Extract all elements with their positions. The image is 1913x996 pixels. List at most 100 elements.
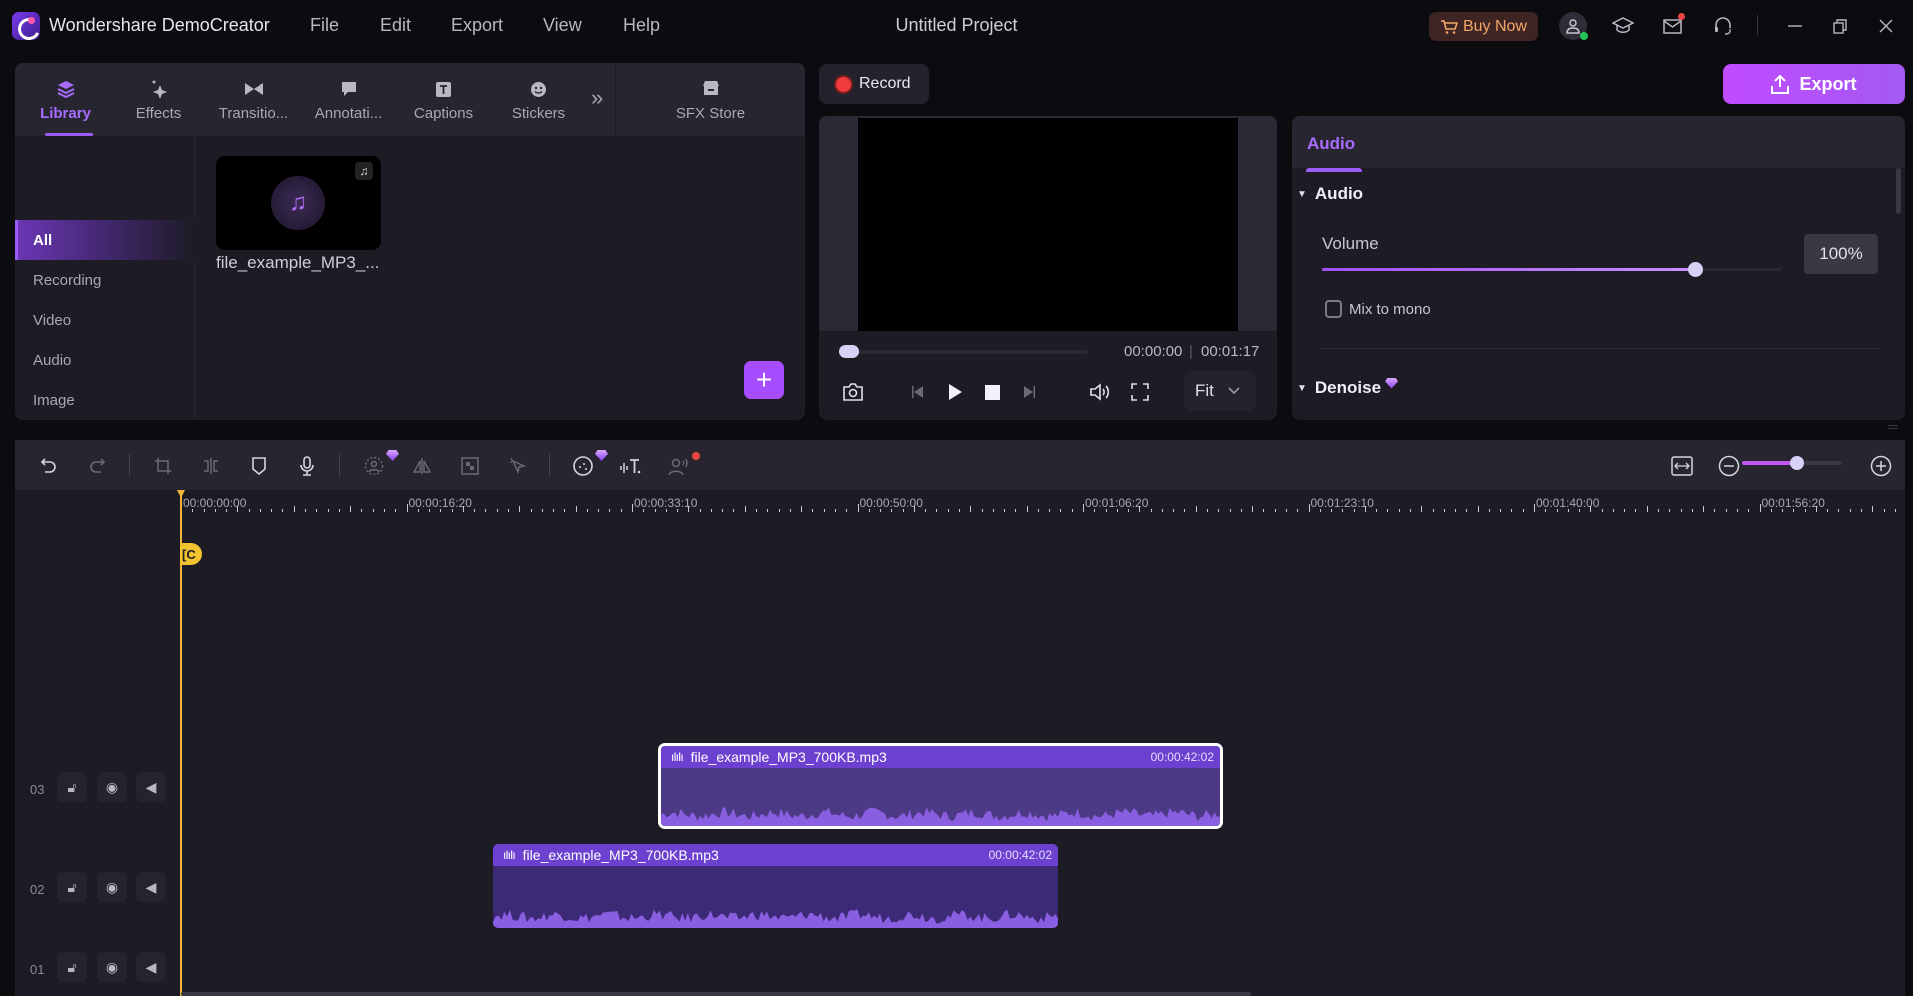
- timeline-ruler[interactable]: 00:00:00:00 00:00:16:20 00:00:33:10 00:00:5…: [181, 490, 1905, 520]
- audio-clip-selected[interactable]: ıIıIı file_example_MP3_700KB.mp3 00:00:4…: [658, 743, 1223, 829]
- preview-scrubber-track[interactable]: [839, 350, 1089, 354]
- timeline-horizontal-scrollbar[interactable]: [181, 992, 1251, 996]
- undo-button[interactable]: [36, 453, 62, 479]
- ruler-tick: [1207, 509, 1209, 512]
- tab-stickers[interactable]: Stickers: [496, 63, 581, 136]
- track-visibility-button[interactable]: ◉: [97, 772, 127, 802]
- messages-button[interactable]: [1659, 12, 1687, 40]
- ai-portrait-icon: [364, 456, 384, 476]
- preview-scrubber-handle[interactable]: [839, 345, 859, 358]
- menu-file[interactable]: File: [310, 15, 339, 36]
- audio-section-header[interactable]: ▼ Audio: [1297, 184, 1363, 204]
- ai-voice-changer-button[interactable]: [570, 453, 596, 479]
- export-button[interactable]: Export: [1723, 64, 1905, 104]
- caret-down-icon: ▼: [1297, 188, 1307, 200]
- buy-now-button[interactable]: Buy Now: [1429, 12, 1538, 41]
- tab-captions[interactable]: Captions: [401, 63, 486, 136]
- tab-sfx-store[interactable]: SFX Store: [615, 63, 805, 136]
- track-mute-button[interactable]: ◀: [136, 772, 166, 802]
- volume-slider-track[interactable]: [1322, 268, 1782, 271]
- zoom-out-button[interactable]: [1716, 453, 1742, 479]
- track-lock-button[interactable]: 🔓︎: [57, 772, 87, 802]
- timeline-area: 00:00:00:00 00:00:16:20 00:00:33:10 00:00:5…: [15, 490, 1905, 996]
- voiceover-button[interactable]: [294, 453, 320, 479]
- ruler-tick: [1004, 509, 1006, 512]
- stop-icon: [984, 384, 1000, 400]
- snapshot-button[interactable]: [839, 378, 867, 406]
- category-recording[interactable]: Recording: [15, 260, 195, 300]
- close-button[interactable]: [1872, 12, 1900, 40]
- marker-button[interactable]: [246, 453, 272, 479]
- ai-voice-icon: [573, 456, 593, 476]
- menu-view[interactable]: View: [543, 15, 582, 36]
- ruler-tick: [1635, 509, 1637, 512]
- playhead-handle[interactable]: [C: [180, 543, 202, 565]
- mosaic-button[interactable]: [457, 453, 483, 479]
- tab-annotations[interactable]: Annotati...: [306, 63, 391, 136]
- redo-icon: [90, 458, 106, 473]
- fit-dropdown[interactable]: Fit: [1184, 371, 1256, 411]
- volume-value-input[interactable]: 100%: [1804, 234, 1878, 274]
- record-button[interactable]: Record: [819, 64, 929, 104]
- tab-effects[interactable]: Effects: [116, 63, 201, 136]
- mirror-button[interactable]: [409, 453, 435, 479]
- sticker-icon: [529, 79, 549, 99]
- restore-button[interactable]: [1826, 12, 1854, 40]
- sfx-store-label: SFX Store: [675, 105, 746, 122]
- tab-transitions[interactable]: Transitio...: [211, 63, 296, 136]
- previous-frame-button[interactable]: [904, 378, 932, 406]
- ruler-tick: [1071, 509, 1073, 512]
- category-image[interactable]: Image: [15, 380, 195, 420]
- denoise-section-header[interactable]: ▼ Denoise: [1297, 377, 1399, 398]
- account-button[interactable]: [1559, 12, 1588, 40]
- next-frame-button[interactable]: [1015, 378, 1043, 406]
- cursor-effect-button[interactable]: [505, 453, 531, 479]
- waveform-path: [661, 807, 1220, 826]
- playhead-line[interactable]: [180, 490, 182, 996]
- track-mute-button[interactable]: ◀: [136, 872, 166, 902]
- speech-to-text-button[interactable]: [666, 453, 692, 479]
- fit-timeline-button[interactable]: [1669, 453, 1695, 479]
- audio-clip[interactable]: ıIıIı file_example_MP3_700KB.mp3 00:00:4…: [493, 844, 1058, 928]
- ruler-tick: [722, 509, 724, 512]
- timeline-zoom-slider-handle[interactable]: [1790, 456, 1804, 470]
- crop-button[interactable]: [150, 453, 176, 479]
- add-media-button[interactable]: +: [744, 361, 784, 399]
- panel-resize-handle[interactable]: [1888, 425, 1898, 429]
- split-button[interactable]: [198, 453, 224, 479]
- volume-button[interactable]: [1086, 378, 1114, 406]
- category-all[interactable]: All: [15, 220, 195, 260]
- redo-button[interactable]: [84, 453, 110, 479]
- ruler-tick: [1409, 509, 1411, 512]
- track-visibility-button[interactable]: ◉: [97, 952, 127, 982]
- more-tabs-button[interactable]: »: [591, 85, 603, 111]
- category-video[interactable]: Video: [15, 300, 195, 340]
- ruler-tick: [519, 506, 521, 512]
- mix-to-mono-checkbox[interactable]: [1325, 300, 1342, 318]
- ruler-tick: [834, 509, 836, 512]
- stop-button[interactable]: [978, 378, 1006, 406]
- menu-export[interactable]: Export: [451, 15, 503, 36]
- properties-scrollbar[interactable]: [1896, 168, 1901, 214]
- tab-library[interactable]: Library: [23, 63, 108, 136]
- track-lock-button[interactable]: 🔓︎: [57, 872, 87, 902]
- support-button[interactable]: [1709, 12, 1737, 40]
- zoom-in-button[interactable]: [1868, 453, 1894, 479]
- tutorials-button[interactable]: [1609, 12, 1637, 40]
- ai-portrait-button[interactable]: [361, 453, 387, 479]
- minimize-button[interactable]: [1781, 12, 1809, 40]
- text-to-speech-button[interactable]: [618, 453, 644, 479]
- play-button[interactable]: [941, 378, 969, 406]
- track-mute-button[interactable]: ◀: [136, 952, 166, 982]
- category-audio[interactable]: Audio: [15, 340, 195, 380]
- volume-slider-handle[interactable]: [1687, 262, 1703, 277]
- media-item-thumbnail[interactable]: ♫ ♫: [216, 156, 381, 250]
- menu-edit[interactable]: Edit: [380, 15, 411, 36]
- menu-help[interactable]: Help: [623, 15, 660, 36]
- toolbar-separator: [549, 454, 550, 476]
- preview-panel: 00:00:00 | 00:01:17 Fit: [819, 116, 1277, 420]
- tab-audio-properties[interactable]: Audio: [1305, 134, 1363, 172]
- fullscreen-button[interactable]: [1126, 378, 1154, 406]
- track-lock-button[interactable]: 🔓︎: [57, 952, 87, 982]
- track-visibility-button[interactable]: ◉: [97, 872, 127, 902]
